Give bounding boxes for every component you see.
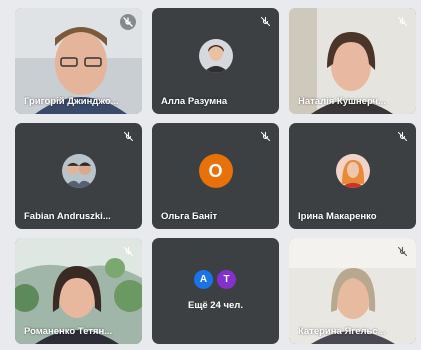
participant-name: Алла Разумна bbox=[161, 96, 228, 107]
participant-avatar: O bbox=[198, 153, 233, 188]
mic-off-icon bbox=[122, 245, 135, 258]
participant-tile[interactable]: Романенко Тетян... bbox=[15, 238, 142, 344]
participant-avatar bbox=[335, 153, 370, 188]
mic-off-icon bbox=[259, 130, 272, 143]
participant-name: Романенко Тетян... bbox=[24, 326, 113, 337]
participant-tile[interactable]: Наталія Кушнерч... bbox=[289, 8, 416, 114]
more-participants-label: Ещё 24 чел. bbox=[188, 300, 243, 311]
participant-avatar bbox=[61, 153, 96, 188]
mic-off-icon bbox=[396, 245, 409, 258]
more-participants-tile[interactable]: A T Ещё 24 чел. bbox=[152, 238, 279, 344]
mic-off-icon bbox=[122, 130, 135, 143]
participant-name: Наталія Кушнерч... bbox=[298, 96, 386, 107]
participant-tile[interactable]: Ірина Макаренко bbox=[289, 123, 416, 229]
mic-off-icon bbox=[396, 130, 409, 143]
participant-tile[interactable]: Алла Разумна bbox=[152, 8, 279, 114]
participant-name: Ірина Макаренко bbox=[298, 211, 377, 222]
participant-name: Григорій Джинджо... bbox=[24, 96, 119, 107]
participant-tile[interactable]: Григорій Джинджо... bbox=[15, 8, 142, 114]
mic-off-icon bbox=[396, 15, 409, 28]
participant-tile[interactable]: Fabian Andruszki... bbox=[15, 123, 142, 229]
participant-tile[interactable]: Катерина Ягельс... bbox=[289, 238, 416, 344]
participant-name: Ольга Баніт bbox=[161, 211, 218, 222]
participant-avatar bbox=[198, 38, 233, 73]
participant-name: Катерина Ягельс... bbox=[298, 326, 386, 337]
mic-off-icon bbox=[120, 14, 136, 30]
participant-name: Fabian Andruszki... bbox=[24, 211, 111, 222]
participant-tile[interactable]: O Ольга Баніт bbox=[152, 123, 279, 229]
more-avatar: T bbox=[217, 270, 236, 289]
meeting-grid: Григорій Джинджо... Алла Разумна Наталія… bbox=[0, 0, 421, 350]
more-avatar: A bbox=[194, 270, 213, 289]
mic-off-icon bbox=[259, 15, 272, 28]
